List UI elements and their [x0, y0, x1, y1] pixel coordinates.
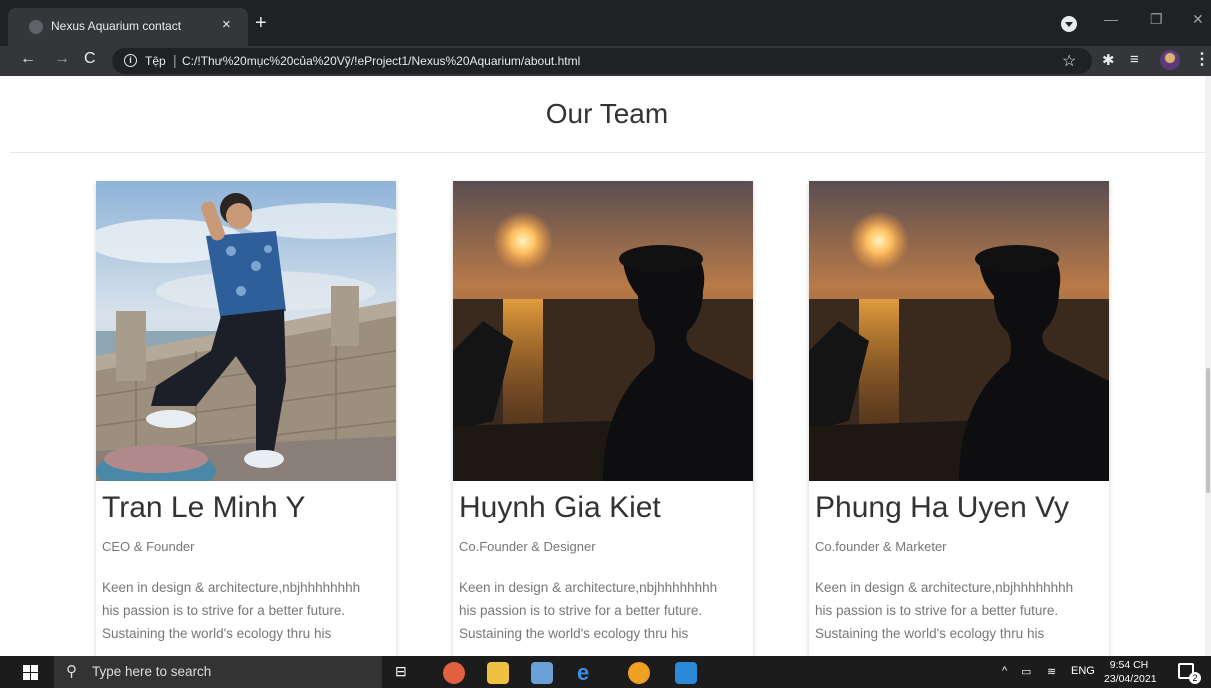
team-member-role: CEO & Founder	[102, 539, 195, 554]
browser-tab[interactable]: Nexus Aquarium contact ×	[8, 8, 248, 46]
network-app-icon[interactable]	[531, 662, 553, 684]
team-member-name: Huynh Gia Kiet	[459, 491, 661, 524]
page-viewport: Our Team Tran Le Minh Y CEO & Founder Ke…	[0, 76, 1205, 656]
info-icon[interactable]: i	[124, 54, 137, 67]
bio-line: Sustaining the world's ecology thru his	[815, 626, 1045, 641]
team-member-role: Co.founder & Marketer	[815, 539, 947, 554]
vscode-icon[interactable]	[675, 662, 697, 684]
internet-explorer-icon[interactable]: e	[577, 662, 599, 684]
chrome-icon[interactable]	[628, 662, 650, 684]
bio-line: his passion is to strive for a better fu…	[102, 603, 346, 618]
profile-avatar[interactable]	[1160, 50, 1180, 70]
page-scrollbar[interactable]	[1205, 76, 1211, 656]
address-bar[interactable]: i Tệp | C:/!Thư%20mục%20của%20Vỹ/!eProje…	[112, 48, 1092, 74]
page-title: Our Team	[545, 98, 669, 129]
chrome-canary-icon[interactable]	[443, 662, 465, 684]
bio-line: Sustaining the world's ecology thru his	[102, 626, 332, 641]
browser-tab-strip: Nexus Aquarium contact × + — ❐ ✕	[0, 0, 1211, 46]
minimize-icon[interactable]: —	[1104, 11, 1118, 27]
clock-date: 23/04/2021	[1104, 673, 1157, 685]
bookmark-star-icon[interactable]: ☆	[1062, 51, 1076, 71]
bio-line: Keen in design & architecture,nbjhhhhhhh…	[102, 580, 361, 595]
scrollbar-thumb[interactable]	[1206, 368, 1210, 493]
windows-taskbar: ⚲ Type here to search ⊟ e ^ ▭ ≋ ENG 9:54…	[0, 656, 1211, 688]
task-view-icon[interactable]: ⊟	[395, 663, 407, 680]
new-tab-button[interactable]: +	[255, 13, 267, 33]
bio-line: Sustaining the world's ecology thru his	[459, 626, 689, 641]
search-icon: ⚲	[66, 663, 77, 680]
taskbar-search-placeholder: Type here to search	[92, 664, 212, 679]
globe-icon	[29, 20, 43, 34]
team-member-role: Co.Founder & Designer	[459, 539, 596, 554]
tab-title: Nexus Aquarium contact	[51, 19, 182, 33]
bio-line: Keen in design & architecture,nbjhhhhhhh…	[815, 580, 1074, 595]
more-menu-icon[interactable]: ⋮	[1194, 49, 1210, 69]
bio-line: his passion is to strive for a better fu…	[459, 603, 703, 618]
tray-expand-icon[interactable]: ^	[1002, 665, 1007, 677]
heading-divider	[10, 152, 1205, 153]
url-scheme-label: Tệp	[145, 54, 166, 68]
notification-badge: 2	[1189, 672, 1201, 684]
windows-start-icon[interactable]	[23, 665, 38, 680]
forward-icon[interactable]: →	[54, 50, 70, 68]
team-member-bio: Keen in design & architecture,nbjhhhhhhh…	[459, 576, 749, 645]
reload-icon[interactable]: C	[84, 50, 96, 68]
taskbar-search-box[interactable]: ⚲ Type here to search	[54, 656, 382, 688]
team-card: Phung Ha Uyen Vy Co.founder & Marketer K…	[809, 181, 1109, 656]
team-card: Huynh Gia Kiet Co.Founder & Designer Kee…	[453, 181, 753, 656]
extensions-icon[interactable]: ✱	[1102, 51, 1115, 69]
url-text[interactable]: C:/!Thư%20mục%20của%20Vỹ/!eProject1/Nexu…	[182, 54, 580, 68]
team-member-bio: Keen in design & architecture,nbjhhhhhhh…	[102, 576, 392, 645]
close-window-icon[interactable]: ✕	[1192, 11, 1204, 28]
team-member-photo	[96, 181, 396, 481]
team-member-photo	[453, 181, 753, 481]
restore-icon[interactable]: ❐	[1150, 11, 1163, 28]
battery-icon[interactable]: ▭	[1021, 665, 1031, 678]
team-member-photo	[809, 181, 1109, 481]
back-icon[interactable]: ←	[20, 50, 36, 68]
taskbar-clock[interactable]: 9:54 CH 23/04/2021	[1104, 658, 1157, 686]
clock-time: 9:54 CH	[1109, 659, 1149, 671]
file-explorer-icon[interactable]	[487, 662, 509, 684]
language-indicator[interactable]: ENG	[1071, 665, 1095, 677]
url-separator: |	[173, 52, 177, 68]
team-member-bio: Keen in design & architecture,nbjhhhhhhh…	[815, 576, 1105, 645]
tab-search-icon[interactable]	[1061, 16, 1077, 32]
wifi-icon[interactable]: ≋	[1047, 665, 1056, 678]
team-card: Tran Le Minh Y CEO & Founder Keen in des…	[96, 181, 396, 656]
close-tab-icon[interactable]: ×	[222, 16, 231, 33]
team-member-name: Tran Le Minh Y	[102, 491, 306, 524]
media-control-icon[interactable]: ≡	[1130, 51, 1139, 68]
team-member-name: Phung Ha Uyen Vy	[815, 491, 1070, 524]
bio-line: Keen in design & architecture,nbjhhhhhhh…	[459, 580, 718, 595]
browser-toolbar: ← → C i Tệp | C:/!Thư%20mục%20của%20Vỹ/!…	[0, 46, 1211, 76]
bio-line: his passion is to strive for a better fu…	[815, 603, 1059, 618]
